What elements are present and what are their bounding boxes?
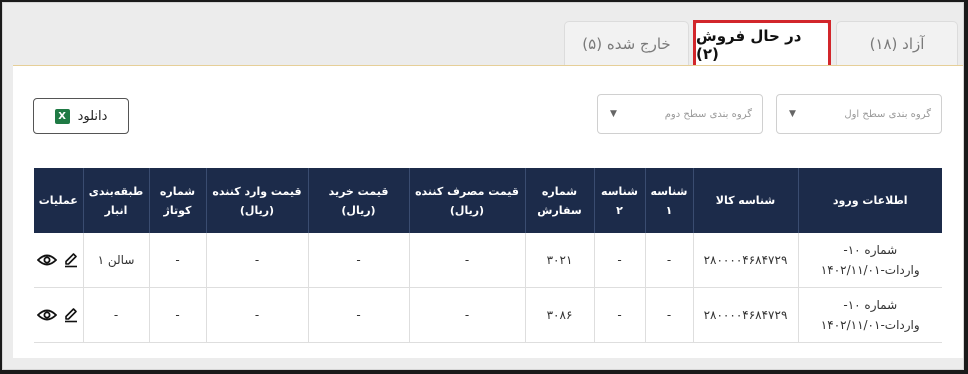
- cell-cotage-no: -: [148, 233, 206, 288]
- entry-line1: شماره ۱۰-: [843, 298, 898, 312]
- group-level1-placeholder: گروه بندی سطح اول: [844, 108, 931, 120]
- cell-consumer-price: -: [408, 287, 525, 343]
- header-entry-info[interactable]: اطلاعات ورود: [797, 168, 942, 233]
- group-level2-select[interactable]: گروه بندی سطح دوم ▼: [597, 94, 763, 134]
- cell-order-no: ۳۰۸۶: [524, 287, 594, 343]
- header-order-no[interactable]: شماره سفارش: [524, 168, 594, 233]
- header-importer-price[interactable]: قیمت وارد کننده (ریال): [205, 168, 308, 233]
- tab-exited[interactable]: خارج شده (۵): [564, 21, 689, 66]
- products-table: اطلاعات ورود شناسه کالا شناسه ۱ شناسه ۲ …: [34, 168, 942, 343]
- table-row: شماره ۱۰- واردات-۱۴۰۲/۱۱/۰۱ ۲۸۰۰۰۰۴۶۸۴۷۲…: [34, 233, 942, 288]
- entry-line2: واردات-۱۴۰۲/۱۱/۰۱: [820, 318, 920, 332]
- entry-line2: واردات-۱۴۰۲/۱۱/۰۱: [820, 263, 920, 277]
- cell-id1: -: [644, 233, 693, 288]
- chevron-down-icon: ▼: [789, 109, 796, 119]
- status-tabs: آزاد (۱۸) خارج شده (۵) در حال فروش (۲): [3, 21, 963, 67]
- table-header-row: اطلاعات ورود شناسه کالا شناسه ۱ شناسه ۲ …: [34, 168, 942, 233]
- cell-entry-info: شماره ۱۰- واردات-۱۴۰۲/۱۱/۰۱: [797, 233, 942, 288]
- view-icon[interactable]: [37, 308, 58, 322]
- cell-order-no: ۳۰۲۱: [524, 233, 594, 288]
- cell-product-id: ۲۸۰۰۰۰۴۶۸۴۷۲۹: [692, 233, 798, 288]
- tab-free-label: آزاد (۱۸): [869, 35, 925, 53]
- window-frame: آزاد (۱۸) خارج شده (۵) در حال فروش (۲) گ…: [2, 2, 964, 370]
- header-purchase-price[interactable]: قیمت خرید (ریال): [307, 168, 409, 233]
- tab-selling[interactable]: در حال فروش (۲): [695, 21, 829, 67]
- download-label: دانلود: [77, 108, 108, 124]
- download-button[interactable]: X دانلود: [33, 98, 129, 134]
- header-consumer-price[interactable]: قیمت مصرف کننده (ریال): [408, 168, 525, 233]
- header-id2[interactable]: شناسه ۲: [593, 168, 645, 233]
- tab-exited-label: خارج شده (۵): [582, 35, 671, 53]
- header-operations: عملیات: [34, 168, 83, 233]
- header-id1[interactable]: شناسه ۱: [644, 168, 693, 233]
- cell-warehouse-class: -: [82, 287, 149, 343]
- entry-line1: شماره ۱۰-: [843, 243, 898, 257]
- cell-entry-info: شماره ۱۰- واردات-۱۴۰۲/۱۱/۰۱: [797, 287, 942, 343]
- edit-icon[interactable]: [63, 252, 79, 268]
- cell-consumer-price: -: [408, 233, 525, 288]
- edit-icon[interactable]: [63, 307, 79, 323]
- cell-id2: -: [593, 233, 645, 288]
- excel-icon: X: [54, 108, 70, 124]
- chevron-down-icon: ▼: [610, 109, 617, 119]
- cell-importer-price: -: [205, 233, 308, 288]
- tab-selling-label: در حال فروش (۲): [696, 26, 802, 63]
- cell-product-id: ۲۸۰۰۰۰۴۶۸۴۷۲۹: [692, 287, 798, 343]
- cell-warehouse-class: سالن ۱: [82, 233, 149, 288]
- header-warehouse-class[interactable]: طبقه‌بندی انبار: [82, 168, 149, 233]
- header-cotage-no[interactable]: شماره کوتاژ: [148, 168, 206, 233]
- header-product-id[interactable]: شناسه کالا: [692, 168, 798, 233]
- table-row: شماره ۱۰- واردات-۱۴۰۲/۱۱/۰۱ ۲۸۰۰۰۰۴۶۸۴۷۲…: [34, 287, 942, 343]
- group-level2-placeholder: گروه بندی سطح دوم: [664, 108, 752, 120]
- tab-free[interactable]: آزاد (۱۸): [836, 21, 958, 66]
- cell-operations: [34, 287, 83, 343]
- group-level1-select[interactable]: گروه بندی سطح اول ▼: [776, 94, 942, 134]
- cell-purchase-price: -: [307, 287, 409, 343]
- cell-purchase-price: -: [307, 233, 409, 288]
- cell-importer-price: -: [205, 287, 308, 343]
- cell-id2: -: [593, 287, 645, 343]
- cell-cotage-no: -: [148, 287, 206, 343]
- cell-id1: -: [644, 287, 693, 343]
- view-icon[interactable]: [37, 253, 58, 267]
- cell-operations: [34, 233, 83, 288]
